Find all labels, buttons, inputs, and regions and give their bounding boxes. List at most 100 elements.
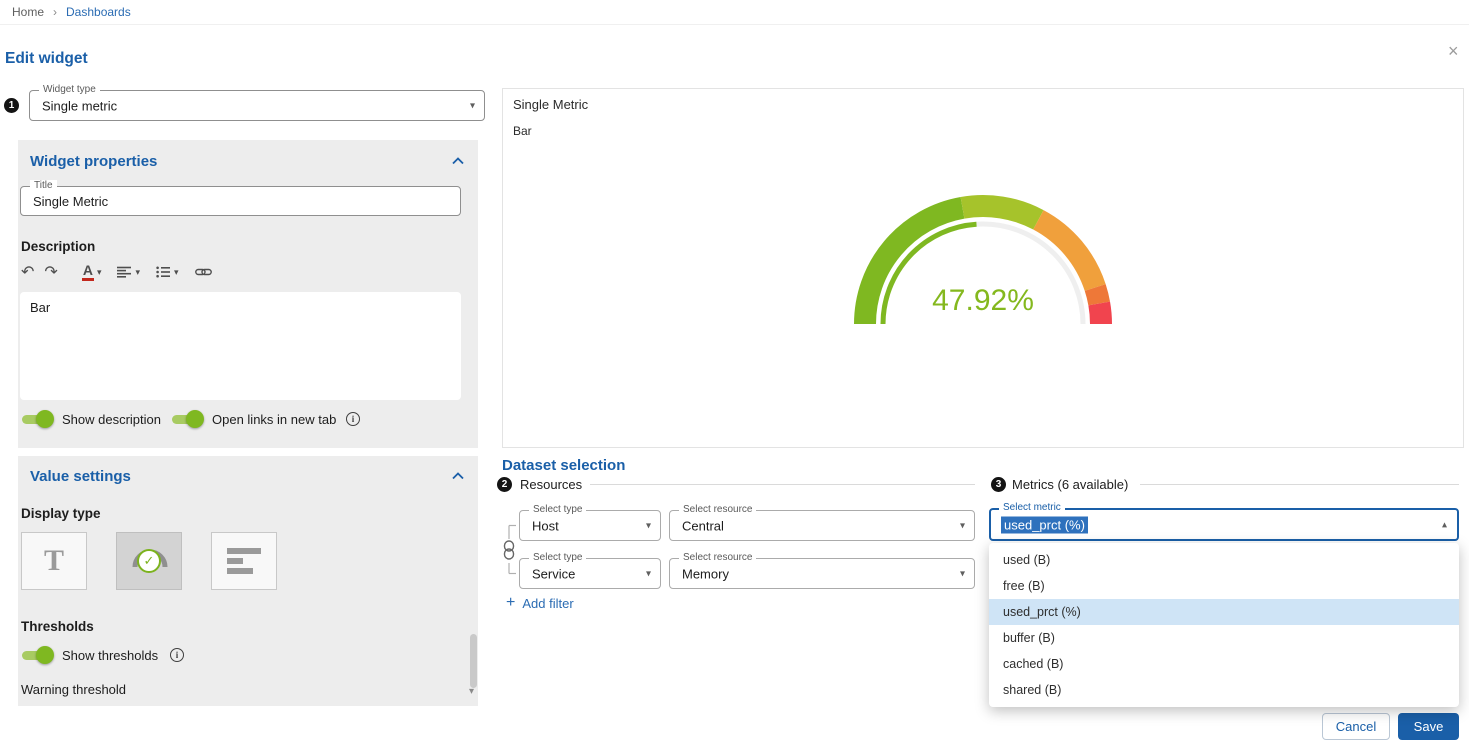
scroll-down-icon[interactable]: ▾ bbox=[469, 686, 474, 697]
description-textarea[interactable]: Bar bbox=[20, 292, 461, 400]
menu-item[interactable]: free (B) bbox=[989, 573, 1459, 599]
step-3-badge: 3 bbox=[991, 477, 1006, 492]
select-resource-value: Central bbox=[682, 518, 724, 533]
thresholds-label: Thresholds bbox=[21, 619, 94, 634]
save-button[interactable]: Save bbox=[1398, 713, 1459, 740]
metric-select-value: used_prct (%) bbox=[1001, 516, 1088, 533]
widget-properties-title: Widget properties bbox=[30, 153, 157, 170]
gauge-scale-warning bbox=[1038, 220, 1095, 288]
collapse-chevron-up-icon[interactable] bbox=[452, 157, 464, 165]
link-icon[interactable] bbox=[505, 541, 514, 559]
open-links-label: Open links in new tab bbox=[212, 412, 336, 427]
list-button[interactable]: ▾ bbox=[156, 266, 179, 278]
dataset-selection-title: Dataset selection bbox=[502, 457, 625, 474]
breadcrumb-home-link[interactable]: Home bbox=[12, 5, 44, 19]
plus-icon: + bbox=[506, 595, 515, 611]
insert-link-button[interactable] bbox=[195, 264, 212, 280]
align-left-icon bbox=[117, 266, 132, 278]
select-resource-value: Memory bbox=[682, 566, 729, 581]
undo-icon[interactable]: ↶ bbox=[21, 262, 34, 282]
gauge-chart: 47.92% bbox=[833, 186, 1133, 336]
resource-select-2[interactable]: Select resource Memory ▾ bbox=[669, 558, 975, 589]
widget-type-label: Widget type bbox=[39, 84, 100, 96]
page-title: Edit widget bbox=[5, 50, 88, 68]
widget-type-value: Single metric bbox=[42, 98, 117, 113]
align-button[interactable]: ▾ bbox=[117, 266, 140, 278]
show-description-label: Show description bbox=[62, 412, 161, 427]
gauge-value-text: 47.92% bbox=[932, 284, 1034, 317]
toggle-knob bbox=[36, 646, 54, 664]
chevron-down-icon: ▾ bbox=[960, 568, 965, 579]
selected-check-icon: ✓ bbox=[137, 549, 161, 573]
resource-type-select-2[interactable]: Select type Service ▾ bbox=[519, 558, 661, 589]
show-thresholds-toggle[interactable] bbox=[20, 646, 54, 664]
select-metric-label: Select metric bbox=[999, 502, 1065, 514]
header-divider bbox=[0, 24, 1469, 25]
open-links-toggle[interactable] bbox=[170, 410, 204, 428]
title-input[interactable] bbox=[21, 187, 460, 215]
menu-item-selected[interactable]: used_prct (%) bbox=[989, 599, 1459, 625]
resource-type-select-1[interactable]: Select type Host ▾ bbox=[519, 510, 661, 541]
metrics-label: Metrics (6 available) bbox=[1012, 477, 1128, 492]
widget-type-select[interactable]: Widget type Single metric ▾ bbox=[29, 90, 485, 121]
info-icon[interactable]: i bbox=[346, 412, 360, 426]
select-type-value: Host bbox=[532, 518, 559, 533]
display-type-gauge-tile[interactable]: ✓ bbox=[116, 532, 182, 590]
description-toolbar: ↶ ↷ A ▾ ▾ ▾ bbox=[21, 258, 212, 286]
toggle-knob bbox=[36, 410, 54, 428]
bar-chart-icon bbox=[227, 548, 261, 574]
close-icon[interactable]: × bbox=[1448, 41, 1459, 62]
text-display-icon: T bbox=[44, 544, 64, 578]
select-resource-label: Select resource bbox=[679, 504, 756, 516]
select-type-value: Service bbox=[532, 566, 575, 581]
menu-item[interactable]: cached (B) bbox=[989, 651, 1459, 677]
warning-threshold-label: Warning threshold bbox=[21, 682, 126, 697]
edit-widget-page: Home › Dashboards Edit widget × 1 Widget… bbox=[0, 0, 1469, 743]
menu-item[interactable]: shared (B) bbox=[989, 677, 1459, 703]
select-type-label: Select type bbox=[529, 504, 586, 516]
menu-item[interactable]: buffer (B) bbox=[989, 625, 1459, 651]
metric-select[interactable]: Select metric used_prct (%) ▴ bbox=[989, 508, 1459, 541]
resources-label: Resources bbox=[520, 477, 582, 492]
metrics-divider bbox=[1140, 484, 1459, 485]
menu-item[interactable]: used (B) bbox=[989, 547, 1459, 573]
step-2-badge: 2 bbox=[497, 477, 512, 492]
add-filter-label: Add filter bbox=[522, 596, 573, 611]
resource-select-1[interactable]: Select resource Central ▾ bbox=[669, 510, 975, 541]
show-thresholds-label: Show thresholds bbox=[62, 648, 158, 663]
add-filter-button[interactable]: + Add filter bbox=[506, 595, 574, 611]
breadcrumb-dashboards-link[interactable]: Dashboards bbox=[66, 5, 131, 19]
chevron-down-icon: ▾ bbox=[646, 520, 651, 531]
value-settings-title: Value settings bbox=[30, 468, 131, 485]
link-icon bbox=[195, 264, 212, 280]
chevron-down-icon: ▾ bbox=[470, 100, 475, 111]
display-type-bar-tile[interactable] bbox=[211, 532, 277, 590]
chevron-down-icon: ▾ bbox=[135, 267, 140, 278]
display-type-text-tile[interactable]: T bbox=[21, 532, 87, 590]
bullet-list-icon bbox=[156, 266, 171, 278]
widget-properties-panel: Widget properties Title Description ↶ ↷ … bbox=[18, 140, 478, 448]
text-color-icon: A bbox=[82, 263, 94, 281]
cancel-button[interactable]: Cancel bbox=[1322, 713, 1390, 740]
chevron-down-icon: ▾ bbox=[960, 520, 965, 531]
resources-divider bbox=[590, 484, 975, 485]
select-resource-label: Select resource bbox=[679, 552, 756, 564]
title-field-wrapper: Title bbox=[20, 186, 461, 216]
display-type-label: Display type bbox=[21, 506, 101, 521]
text-color-button[interactable]: A ▾ bbox=[82, 263, 102, 281]
info-icon[interactable]: i bbox=[170, 648, 184, 662]
metric-options-menu: used (B) free (B) used_prct (%) buffer (… bbox=[989, 543, 1459, 707]
redo-icon[interactable]: ↷ bbox=[44, 262, 57, 282]
value-settings-panel: Value settings Display type T ✓ Threshol… bbox=[18, 456, 478, 706]
gauge-scale-warning2 bbox=[1095, 288, 1099, 304]
preview-title: Single Metric bbox=[513, 97, 588, 112]
resource-link-bracket bbox=[500, 516, 518, 592]
chevron-down-icon: ▾ bbox=[97, 267, 102, 278]
breadcrumb-separator-icon: › bbox=[53, 5, 57, 19]
description-label: Description bbox=[21, 239, 95, 254]
chevron-up-icon: ▴ bbox=[1442, 519, 1447, 530]
show-description-toggle[interactable] bbox=[20, 410, 54, 428]
collapse-chevron-up-icon[interactable] bbox=[452, 472, 464, 480]
scrollbar-thumb[interactable] bbox=[470, 634, 477, 688]
toggle-knob bbox=[186, 410, 204, 428]
